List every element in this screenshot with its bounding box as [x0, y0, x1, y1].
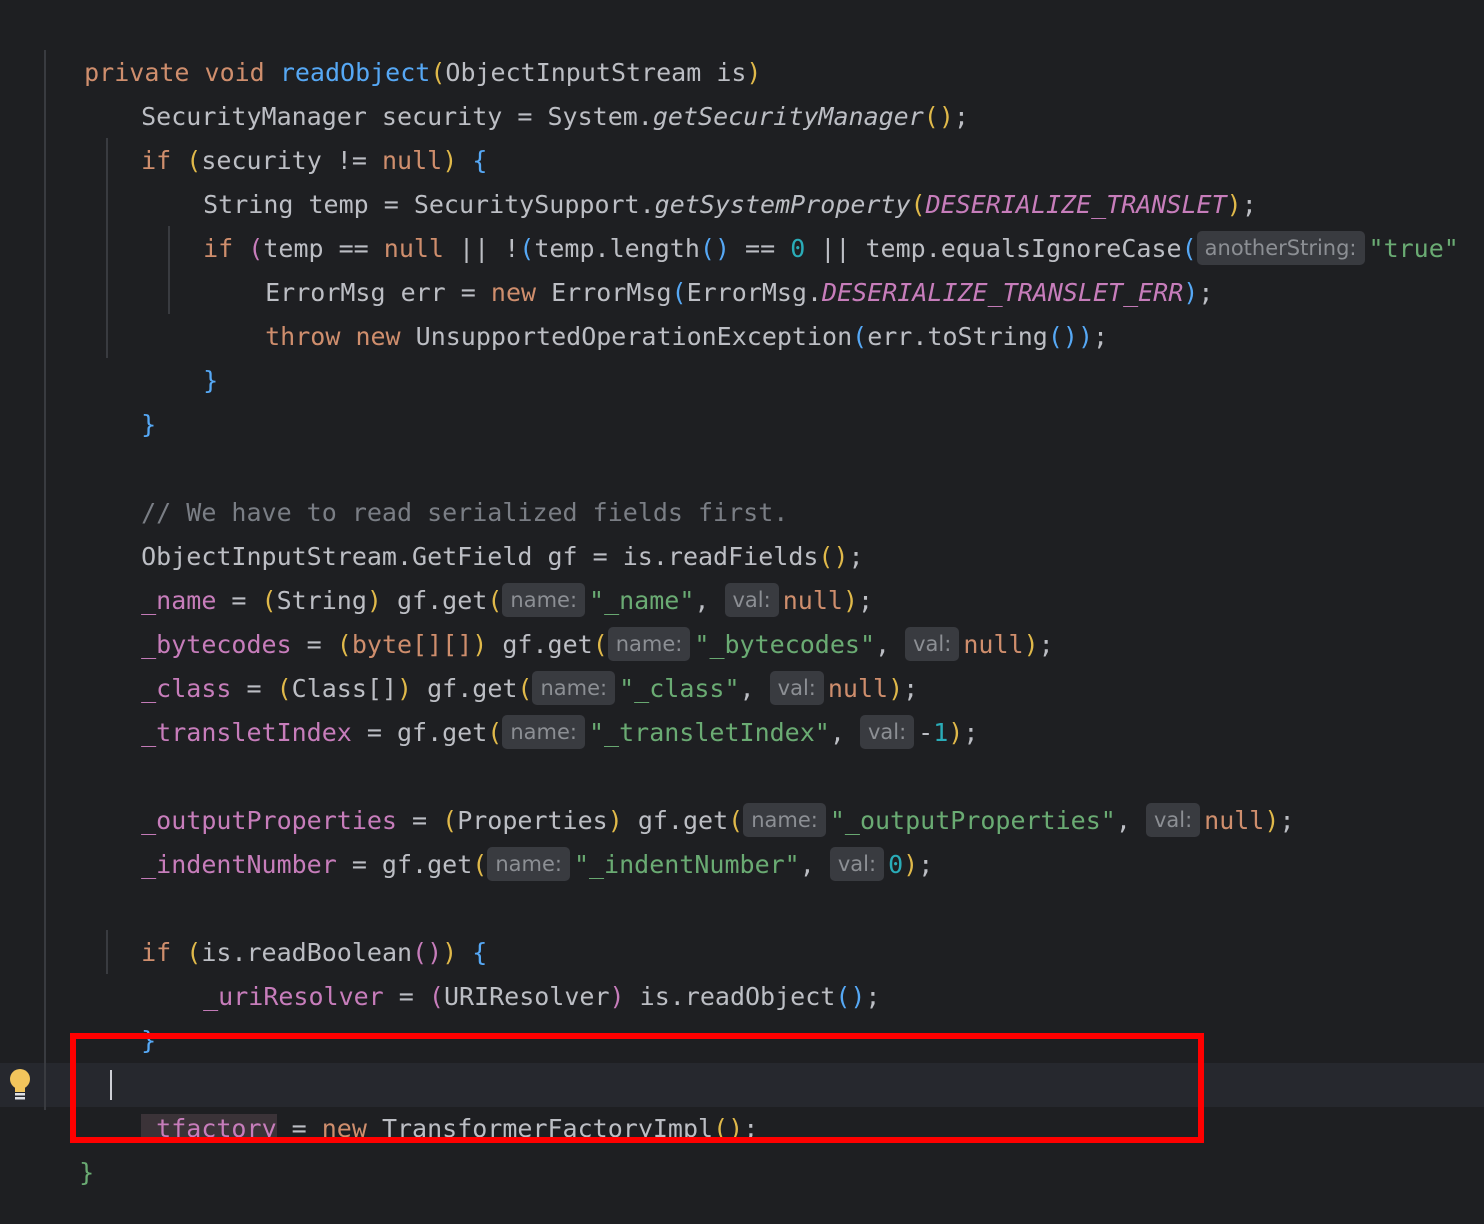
code-text: = gf.get	[351, 718, 488, 747]
semicolon: ;	[1279, 806, 1295, 835]
paren: )	[1183, 278, 1199, 307]
code-text: err.toString	[867, 322, 1048, 351]
code-line[interactable]: SecurityManager security = System.getSec…	[111, 51, 969, 131]
code-line-method-signature[interactable]: private void readObject(ObjectInputStrea…	[54, 7, 761, 87]
paren: (	[487, 718, 503, 747]
minus-sign: -	[918, 718, 934, 747]
parameter-hint: val:	[859, 715, 915, 749]
code-text: is.readObject	[624, 982, 836, 1011]
cast-type: URIResolver	[443, 982, 610, 1011]
semicolon: ;	[1038, 630, 1054, 659]
static-call: getSecurityManager	[652, 102, 924, 131]
code-line[interactable]: _class = (Class[]) gf.get(name: "_class",…	[111, 623, 918, 705]
brace: }	[203, 366, 219, 395]
keyword-if: if	[141, 938, 172, 967]
code-line[interactable]: _uriResolver = (URIResolver) is.readObje…	[173, 931, 880, 1011]
code-text: =	[383, 982, 429, 1011]
code-line[interactable]: String temp = SecuritySupport.getSystemP…	[173, 139, 1257, 219]
string-literal: "_indentNumber"	[573, 850, 800, 879]
string-literal: "_transletIndex"	[589, 718, 830, 747]
code-line[interactable]: _indentNumber = gf.get(name: "_indentNumb…	[111, 799, 933, 881]
code-line[interactable]: }	[111, 359, 156, 439]
paren: ()	[835, 982, 866, 1011]
code-text: ,	[829, 718, 860, 747]
keyword-null: null	[963, 630, 1024, 659]
indent-guide	[106, 930, 108, 974]
keyword-null: null	[1204, 806, 1265, 835]
number-literal: 0	[888, 850, 904, 879]
highlight-box	[70, 1033, 1204, 1143]
code-line-comment[interactable]: // We have to read serialized fields fir…	[111, 447, 788, 527]
code-text: ,	[799, 850, 830, 879]
indent-guide	[106, 138, 108, 358]
keyword-throw: throw	[265, 322, 341, 351]
keyword-new: new	[355, 322, 401, 351]
code-line[interactable]: _name = (String) gf.get(name: "_name", va…	[111, 535, 873, 617]
indent-guide	[44, 50, 46, 1110]
code-line[interactable]: _transletIndex = gf.get(name: "_transletI…	[111, 667, 978, 749]
semicolon: ;	[865, 982, 881, 1011]
keyword-if: if	[203, 234, 234, 263]
paren: )	[903, 850, 919, 879]
code-line[interactable]: if (temp == null || !(temp.length() == 0…	[173, 183, 1459, 265]
paren: )	[1023, 630, 1039, 659]
number-literal: 1	[933, 718, 949, 747]
semicolon: ;	[918, 850, 934, 879]
code-line[interactable]: if (security != null) {	[111, 95, 487, 175]
paren: ()	[923, 102, 954, 131]
code-line[interactable]: if (is.readBoolean()) {	[111, 887, 487, 967]
lightbulb-icon[interactable]	[7, 1068, 33, 1102]
code-text: ,	[1115, 806, 1146, 835]
code-line[interactable]: _outputProperties = (Properties) gf.get(…	[111, 755, 1295, 837]
semicolon: ;	[1198, 278, 1214, 307]
brace: }	[141, 410, 157, 439]
semicolon: ;	[963, 718, 979, 747]
brace: }	[79, 1158, 95, 1187]
parameter-hint: val:	[1145, 803, 1201, 837]
field-name: _indentNumber	[141, 850, 337, 879]
paren: (	[472, 850, 488, 879]
code-text: = gf.get	[336, 850, 473, 879]
indent-guide	[168, 226, 170, 314]
field-name: _transletIndex	[141, 718, 352, 747]
string-literal: "true"	[1368, 234, 1459, 263]
code-line[interactable]: ErrorMsg err = new ErrorMsg(ErrorMsg.DES…	[235, 227, 1213, 307]
paren: )	[1077, 322, 1093, 351]
paren: )	[948, 718, 964, 747]
paren: ()	[1047, 322, 1078, 351]
paren: (	[852, 322, 868, 351]
semicolon: ;	[1093, 322, 1109, 351]
code-line[interactable]: ObjectInputStream.GetField gf = is.readF…	[111, 491, 863, 571]
field-name: _uriResolver	[203, 982, 384, 1011]
code-text: UnsupportedOperationException	[400, 322, 853, 351]
code-line[interactable]: _bytecodes = (byte[][]) gf.get(name: "_by…	[111, 579, 1054, 661]
paren: )	[1264, 806, 1280, 835]
parameter-hint: anotherString:	[1196, 231, 1365, 265]
semicolon: ;	[953, 102, 969, 131]
parameter-hint: val:	[829, 847, 885, 881]
keyword-if: if	[141, 146, 172, 175]
paren: (	[428, 982, 444, 1011]
code-line[interactable]: throw new UnsupportedOperationException(…	[235, 271, 1108, 351]
parameter-hint: name:	[487, 847, 570, 881]
parameter-hint: name:	[502, 715, 585, 749]
code-line[interactable]: }	[111, 975, 156, 1055]
paren: )	[609, 982, 625, 1011]
code-line[interactable]: }	[173, 315, 218, 395]
